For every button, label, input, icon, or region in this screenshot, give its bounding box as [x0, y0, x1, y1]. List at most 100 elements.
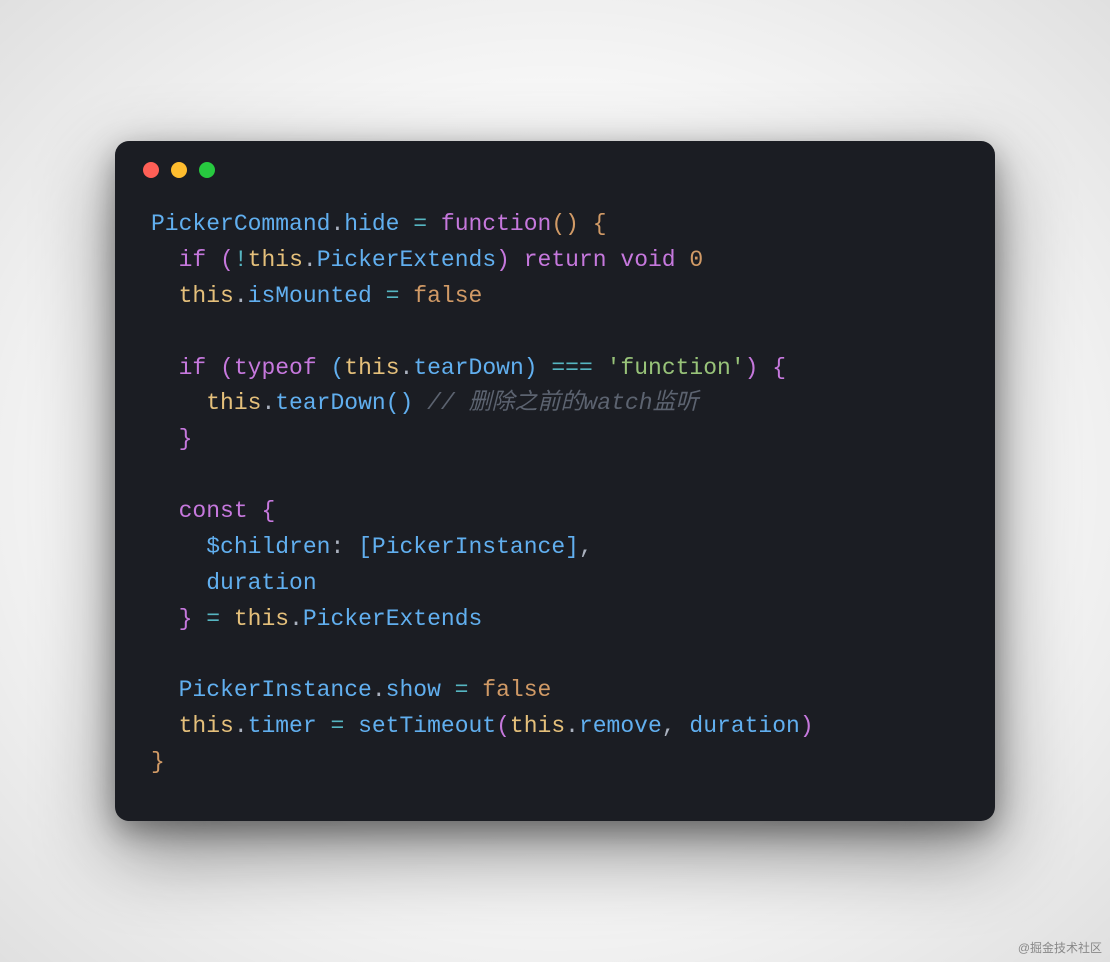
token: show — [386, 677, 441, 703]
token: this — [510, 713, 565, 739]
token: { — [593, 211, 607, 237]
token: . — [234, 713, 248, 739]
token — [206, 355, 220, 381]
token: ] — [565, 534, 579, 560]
token — [676, 247, 690, 273]
token: . — [261, 390, 275, 416]
token: { — [261, 498, 275, 524]
token — [538, 355, 552, 381]
token: PickerExtends — [303, 606, 482, 632]
token — [151, 713, 179, 739]
token — [151, 677, 179, 703]
token: false — [482, 677, 551, 703]
close-icon[interactable] — [143, 162, 159, 178]
token: === — [551, 355, 592, 381]
token — [151, 570, 206, 596]
token — [151, 390, 206, 416]
token: PickerCommand — [151, 211, 330, 237]
token: return — [524, 247, 607, 273]
token — [317, 355, 331, 381]
token: this — [179, 283, 234, 309]
token — [206, 247, 220, 273]
token: : — [330, 534, 344, 560]
token — [151, 534, 206, 560]
token — [151, 355, 179, 381]
code-window: PickerCommand.hide = function() { if (!t… — [115, 141, 995, 821]
token: = — [372, 283, 413, 309]
token: remove — [579, 713, 662, 739]
token: PickerInstance — [372, 534, 565, 560]
token: setTimeout — [358, 713, 496, 739]
token: PickerInstance — [179, 677, 372, 703]
token: ) — [800, 713, 814, 739]
token: this — [206, 390, 261, 416]
token: false — [413, 283, 482, 309]
token: function — [441, 211, 551, 237]
token: , — [579, 534, 593, 560]
minimize-icon[interactable] — [171, 162, 187, 178]
token — [151, 426, 179, 452]
token — [151, 606, 179, 632]
token — [151, 247, 179, 273]
token: tearDown — [413, 355, 523, 381]
token: this — [179, 713, 234, 739]
token: ( — [496, 713, 510, 739]
token: . — [303, 247, 317, 273]
token: . — [289, 606, 303, 632]
token — [579, 211, 593, 237]
token: = — [399, 211, 440, 237]
token: ( — [330, 355, 344, 381]
token: () — [386, 390, 414, 416]
token — [413, 390, 427, 416]
token: tearDown — [275, 390, 385, 416]
token: ( — [220, 247, 234, 273]
token: () — [551, 211, 579, 237]
token: this — [234, 606, 289, 632]
token: = — [441, 677, 482, 703]
token: } — [151, 749, 165, 775]
token: timer — [248, 713, 317, 739]
token — [593, 355, 607, 381]
token: ) — [496, 247, 510, 273]
token: isMounted — [248, 283, 372, 309]
token: ( — [220, 355, 234, 381]
token — [758, 355, 772, 381]
token: . — [400, 355, 414, 381]
token: if — [179, 355, 207, 381]
token: = — [317, 713, 358, 739]
token: . — [372, 677, 386, 703]
watermark: @掘金技术社区 — [1018, 939, 1102, 956]
token — [344, 534, 358, 560]
token: 'function' — [607, 355, 745, 381]
token: this — [248, 247, 303, 273]
token: . — [330, 211, 344, 237]
window-titlebar — [115, 141, 995, 199]
token — [248, 498, 262, 524]
token: 0 — [689, 247, 703, 273]
token: void — [620, 247, 675, 273]
token: ! — [234, 247, 248, 273]
token: } — [179, 426, 193, 452]
token: ) — [745, 355, 759, 381]
token: PickerExtends — [317, 247, 496, 273]
token — [151, 498, 179, 524]
token: typeof — [234, 355, 317, 381]
token: this — [344, 355, 399, 381]
token: { — [772, 355, 786, 381]
zoom-icon[interactable] — [199, 162, 215, 178]
token: $children — [206, 534, 330, 560]
token — [676, 713, 690, 739]
token: [ — [358, 534, 372, 560]
token: . — [565, 713, 579, 739]
page-background: PickerCommand.hide = function() { if (!t… — [0, 0, 1110, 962]
token — [510, 247, 524, 273]
token: duration — [689, 713, 799, 739]
token: . — [234, 283, 248, 309]
token: duration — [206, 570, 316, 596]
token: // 删除之前的watch监听 — [427, 390, 698, 416]
token: ) — [524, 355, 538, 381]
token: if — [179, 247, 207, 273]
token: const — [179, 498, 248, 524]
token: hide — [344, 211, 399, 237]
token — [151, 283, 179, 309]
